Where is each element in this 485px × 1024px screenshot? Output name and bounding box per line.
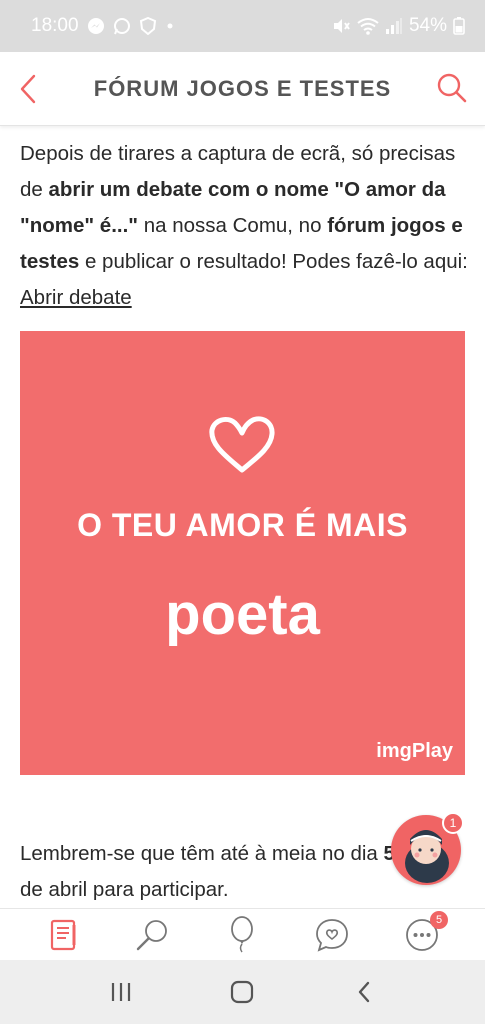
home-button[interactable] xyxy=(222,972,262,1012)
system-navigation-bar xyxy=(0,960,485,1024)
tab-more[interactable]: 5 xyxy=(400,910,449,957)
signal-icon xyxy=(385,17,403,35)
open-debate-link[interactable]: Abrir debate xyxy=(20,286,132,309)
intro-text-c: na nossa Comu, no xyxy=(138,214,328,237)
chat-heart-icon xyxy=(316,918,349,952)
battery-percent: 54% xyxy=(408,15,447,36)
bottom-tab-bar: 5 xyxy=(0,908,485,960)
search-button[interactable] xyxy=(433,68,471,108)
shield-app-icon xyxy=(139,17,157,35)
post-paragraph-intro: Depois de tirares a captura de ecrã, só … xyxy=(20,136,470,316)
back-chevron-icon xyxy=(358,981,370,1003)
imgplay-watermark: imgPlay xyxy=(376,740,453,762)
banner-result-word: poeta xyxy=(165,582,320,647)
balloon-icon xyxy=(231,915,254,952)
tab-balloon[interactable] xyxy=(220,913,264,957)
tab-chat[interactable] xyxy=(310,913,354,957)
deadline-text-c: de abril para participar. xyxy=(20,878,229,901)
recent-apps-button[interactable] xyxy=(101,972,141,1012)
system-back-button[interactable] xyxy=(344,972,384,1012)
page-title: FÓRUM JOGOS E TESTES xyxy=(93,75,392,101)
search-icon xyxy=(136,919,167,950)
messenger-icon xyxy=(87,17,105,35)
whatsapp-icon xyxy=(113,17,131,35)
chevron-left-icon xyxy=(20,74,36,104)
battery-icon xyxy=(453,17,465,35)
dot-icon xyxy=(165,21,175,31)
banner-heading: O TEU AMOR É MAIS xyxy=(77,507,408,543)
mute-icon xyxy=(331,17,351,35)
heart-icon xyxy=(209,416,275,473)
notebook-icon xyxy=(50,919,76,950)
status-time: 18:00 xyxy=(31,15,79,36)
result-banner-image: O TEU AMOR É MAIS poeta imgPlay xyxy=(20,331,465,775)
more-notification-badge: 5 xyxy=(430,910,449,929)
post-content: Depois de tirares a captura de ecrã, só … xyxy=(20,136,470,316)
tab-notebook[interactable] xyxy=(41,913,85,957)
home-icon xyxy=(231,980,254,1004)
recent-apps-icon xyxy=(111,983,130,1001)
post-paragraph-deadline: Lembrem-se que têm até à meia no dia 5 d… xyxy=(20,836,400,908)
intro-text-e: e publicar o resultado! Podes fazê-lo aq… xyxy=(79,250,468,273)
deadline-text-a: Lembrem-se que têm até à meia no dia xyxy=(20,842,384,865)
back-button[interactable] xyxy=(12,70,44,108)
search-icon xyxy=(437,73,467,103)
top-nav-bar: FÓRUM JOGOS E TESTES xyxy=(0,52,485,126)
tab-search[interactable] xyxy=(131,913,175,957)
avatar-notification-badge: 1 xyxy=(442,812,464,834)
status-bar: 18:00 54% xyxy=(0,0,485,52)
wifi-icon xyxy=(357,17,379,35)
